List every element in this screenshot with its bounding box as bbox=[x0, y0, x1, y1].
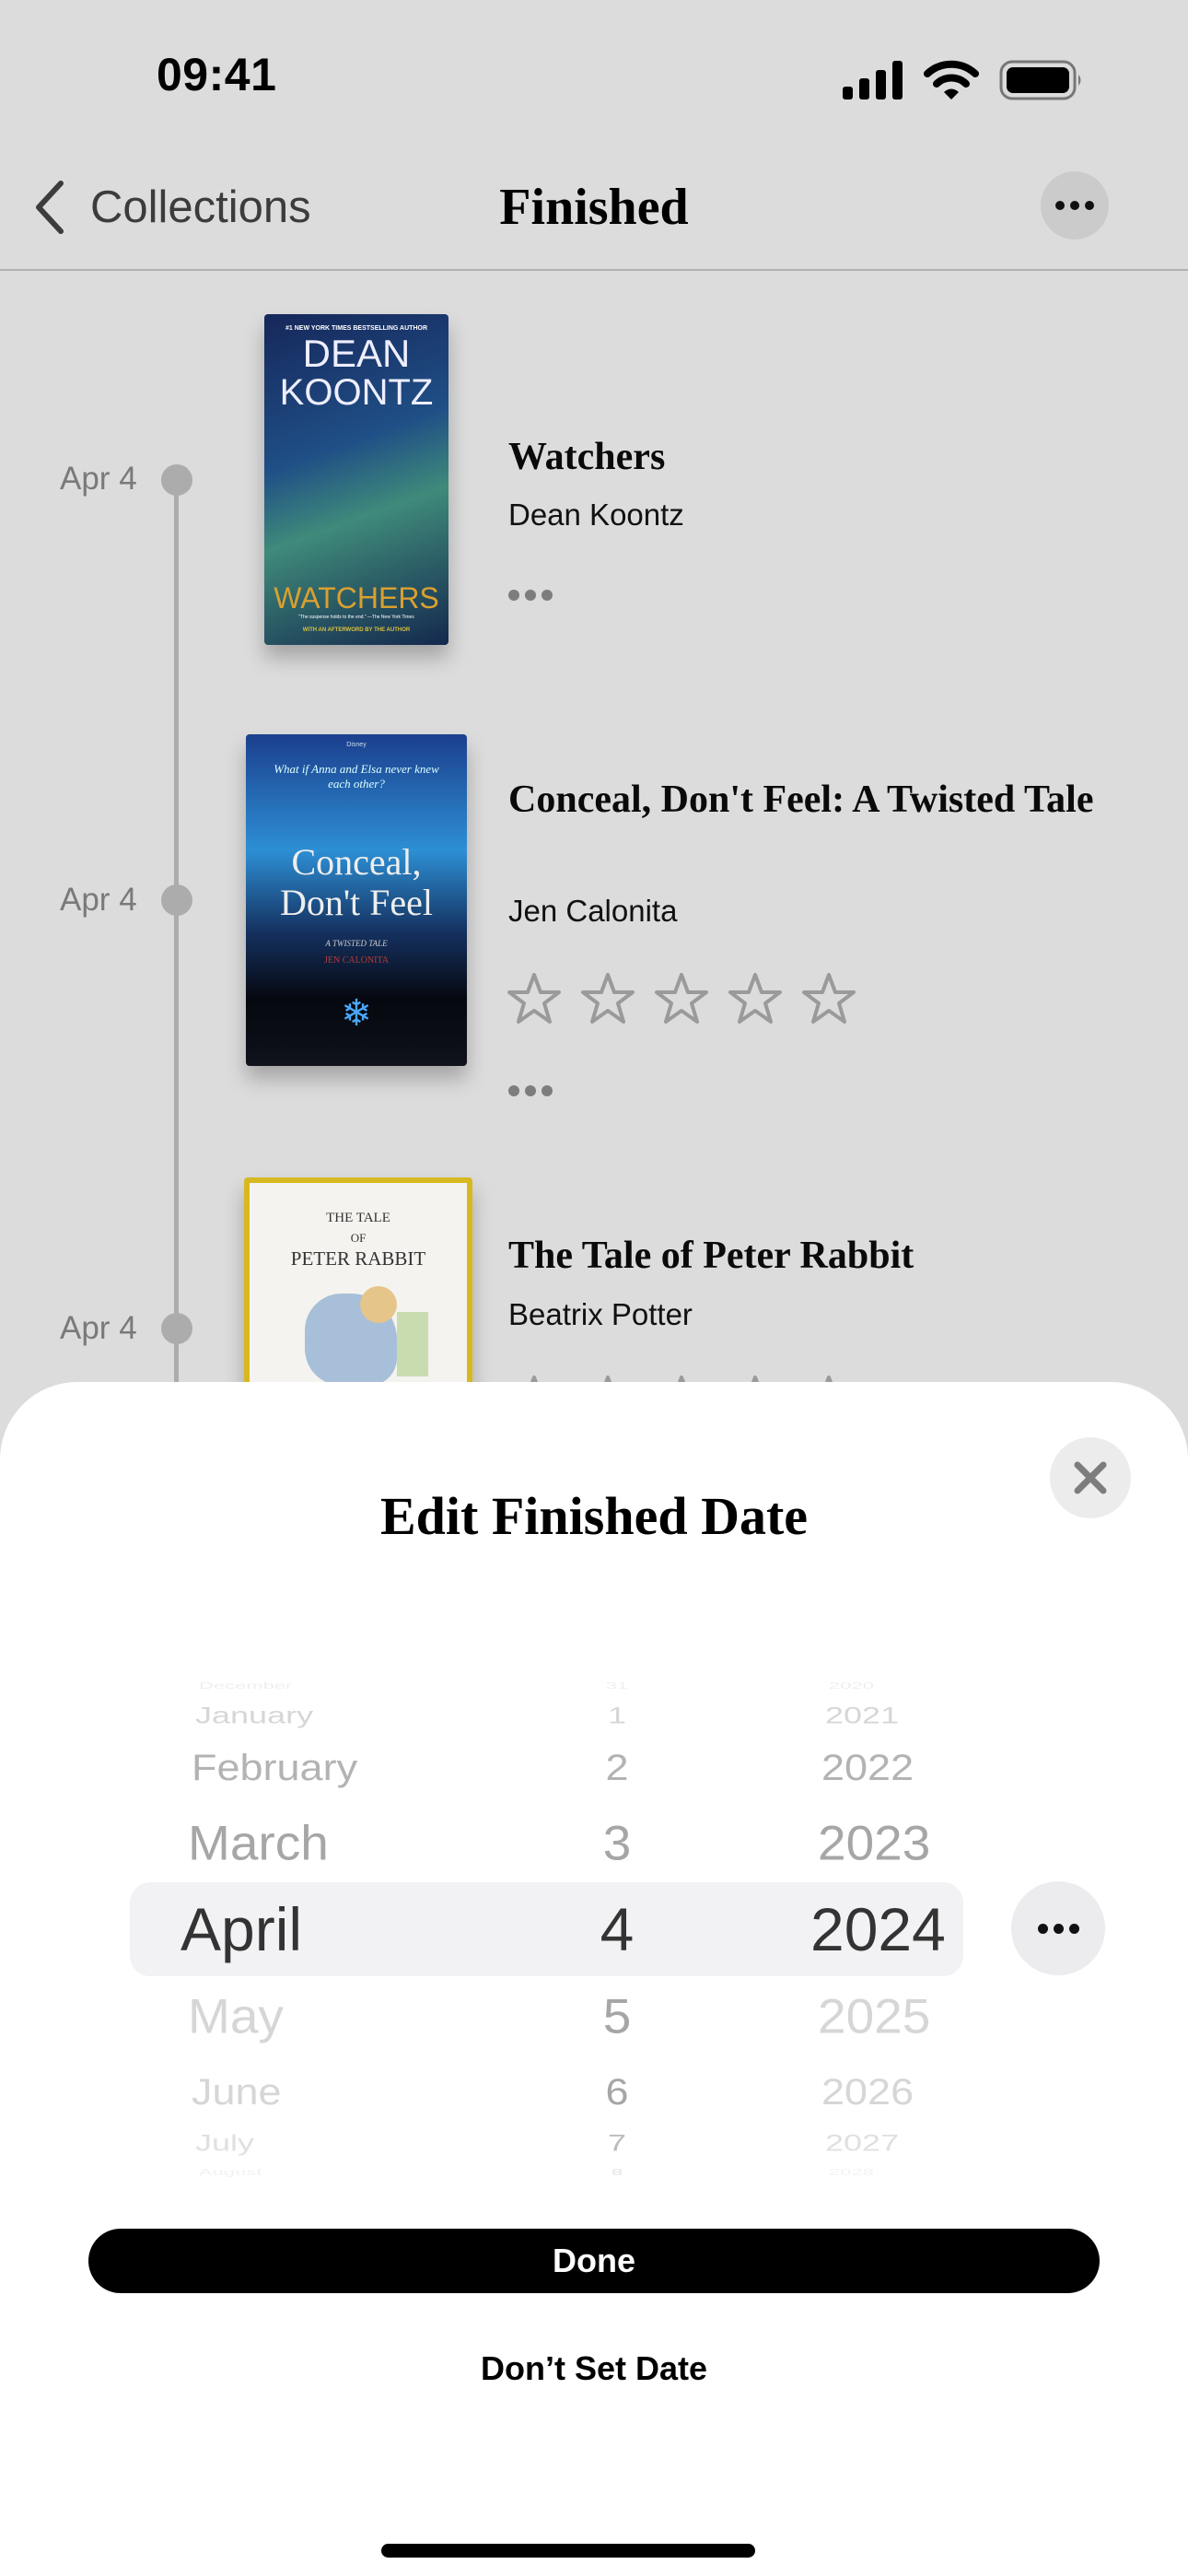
picker-day-option[interactable]: 31 bbox=[580, 1681, 654, 1691]
timeline-dot bbox=[161, 884, 192, 916]
picker-year-option[interactable]: 2022 bbox=[821, 1749, 914, 1786]
timeline-dot bbox=[161, 1313, 192, 1344]
ellipsis-dot bbox=[1085, 201, 1094, 210]
star-outline-icon[interactable] bbox=[801, 972, 856, 1025]
ellipsis-dot bbox=[525, 590, 536, 601]
edit-date-sheet bbox=[0, 1382, 1188, 2576]
timeline-line bbox=[174, 480, 179, 1401]
cover-top-line: #1 NEW YORK TIMES BESTSELLING AUTHOR bbox=[285, 325, 427, 332]
cover-quote: "The suspense holds to the end." —The Ne… bbox=[298, 615, 414, 620]
done-button[interactable]: Done bbox=[88, 2229, 1100, 2293]
picker-day-option[interactable]: 2 bbox=[580, 1749, 654, 1786]
cover-line2: OF bbox=[350, 1231, 367, 1245]
ellipsis-icon bbox=[1037, 1923, 1048, 1934]
picker-month-selected[interactable]: April bbox=[181, 1899, 302, 1960]
star-outline-icon[interactable] bbox=[728, 972, 783, 1025]
picker-day-option[interactable]: 3 bbox=[580, 1818, 654, 1868]
picker-month-option[interactable]: July bbox=[195, 2131, 254, 2154]
picker-year-option[interactable]: 2020 bbox=[829, 1681, 874, 1691]
cover-title-line2: Don't Feel bbox=[279, 882, 434, 923]
picker-year-option[interactable]: 2028 bbox=[829, 2168, 874, 2177]
picker-year-option[interactable]: 2026 bbox=[821, 2073, 914, 2110]
cover-title-line1: Conceal, bbox=[291, 841, 422, 883]
ellipsis-dot bbox=[1070, 201, 1079, 210]
finished-date: Apr 4 bbox=[60, 461, 137, 497]
home-indicator[interactable] bbox=[381, 2544, 755, 2558]
picker-day-option[interactable]: 8 bbox=[580, 2168, 654, 2177]
picker-month-option[interactable]: December bbox=[199, 1681, 292, 1691]
book-author: Dean Koontz bbox=[508, 498, 684, 532]
ellipsis-dot bbox=[542, 1085, 553, 1096]
star-outline-icon[interactable] bbox=[580, 972, 635, 1025]
picker-day-option[interactable]: 1 bbox=[580, 1704, 654, 1727]
picker-year-option[interactable]: 2023 bbox=[818, 1818, 930, 1868]
finished-date: Apr 4 bbox=[60, 882, 137, 918]
rating-stars[interactable] bbox=[507, 972, 856, 1025]
book-author: Beatrix Potter bbox=[508, 1297, 693, 1331]
book-title[interactable]: Conceal, Don't Feel: A Twisted Tale bbox=[508, 774, 1098, 826]
cover-author-line2: KOONTZ bbox=[279, 372, 434, 413]
book-cover-watchers[interactable]: #1 NEW YORK TIMES BESTSELLING AUTHOR DEA… bbox=[264, 314, 448, 645]
picker-month-option[interactable]: March bbox=[188, 1818, 329, 1868]
timeline-dot bbox=[161, 464, 192, 496]
page-title: Finished bbox=[499, 179, 689, 236]
cover-footer: WITH AN AFTERWORD BY THE AUTHOR bbox=[302, 627, 411, 633]
cover-author-line1: DEAN bbox=[302, 332, 411, 375]
sheet-title: Edit Finished Date bbox=[379, 1486, 809, 1546]
cover-line1: THE TALE bbox=[326, 1211, 390, 1225]
book-title[interactable]: Watchers bbox=[508, 431, 1098, 484]
picker-year-option[interactable]: 2025 bbox=[818, 1991, 930, 2041]
book-cover-conceal[interactable]: Disney What if Anna and Elsa never knew … bbox=[246, 734, 467, 1066]
cover-title: WATCHERS bbox=[274, 581, 439, 615]
ellipsis-dot bbox=[525, 1085, 536, 1096]
picker-more-button[interactable] bbox=[1011, 1881, 1105, 1975]
book-more-button[interactable] bbox=[508, 1085, 553, 1096]
battery-icon bbox=[999, 60, 1081, 100]
cover-brand: Disney bbox=[346, 742, 367, 748]
star-outline-icon[interactable] bbox=[654, 972, 709, 1025]
picker-year-option[interactable]: 2021 bbox=[825, 1704, 899, 1727]
picker-month-option[interactable]: January bbox=[195, 1704, 313, 1727]
picker-month-option[interactable]: February bbox=[192, 1749, 357, 1786]
picker-day-option[interactable]: 5 bbox=[580, 1991, 654, 2041]
picker-day-option[interactable]: 6 bbox=[580, 2073, 654, 2110]
wifi-icon bbox=[924, 60, 979, 100]
ellipsis-dot bbox=[1053, 1923, 1064, 1934]
nav-divider bbox=[0, 269, 1188, 271]
ellipsis-dot bbox=[542, 590, 553, 601]
picker-month-option[interactable]: August bbox=[199, 2168, 262, 2177]
more-options-button[interactable] bbox=[1041, 171, 1109, 240]
ellipsis-icon bbox=[508, 590, 519, 601]
ellipsis-icon bbox=[508, 1085, 519, 1096]
picker-day-option[interactable]: 7 bbox=[580, 2131, 654, 2154]
cover-series: A TWISTED TALE bbox=[325, 939, 388, 948]
star-outline-icon[interactable] bbox=[507, 972, 562, 1025]
book-title[interactable]: The Tale of Peter Rabbit bbox=[508, 1230, 1098, 1282]
status-time: 09:41 bbox=[157, 49, 277, 100]
book-more-button[interactable] bbox=[508, 590, 553, 601]
book-author: Jen Calonita bbox=[508, 894, 678, 928]
cellular-signal-icon bbox=[843, 61, 903, 100]
cover-author: JEN CALONITA bbox=[323, 955, 390, 966]
picker-year-option[interactable]: 2027 bbox=[825, 2131, 899, 2154]
cover-tagline: What if Anna and Elsa never knew each ot… bbox=[274, 762, 439, 790]
picker-month-option[interactable]: May bbox=[188, 1991, 284, 2041]
ellipsis-icon bbox=[1055, 201, 1065, 210]
dont-set-date-button[interactable]: Don’t Set Date bbox=[0, 2349, 1188, 2388]
finished-date: Apr 4 bbox=[60, 1310, 137, 1346]
picker-month-option[interactable]: June bbox=[192, 2073, 282, 2110]
cover-illustration-rabbit bbox=[360, 1286, 397, 1323]
picker-day-selected[interactable]: 4 bbox=[580, 1899, 654, 1960]
snowflake-icon: ❄ bbox=[341, 993, 372, 1034]
cover-line3: PETER RABBIT bbox=[290, 1247, 426, 1270]
ellipsis-dot bbox=[1068, 1923, 1079, 1934]
cover-illustration-chair bbox=[397, 1312, 428, 1376]
picker-year-selected[interactable]: 2024 bbox=[810, 1899, 946, 1960]
